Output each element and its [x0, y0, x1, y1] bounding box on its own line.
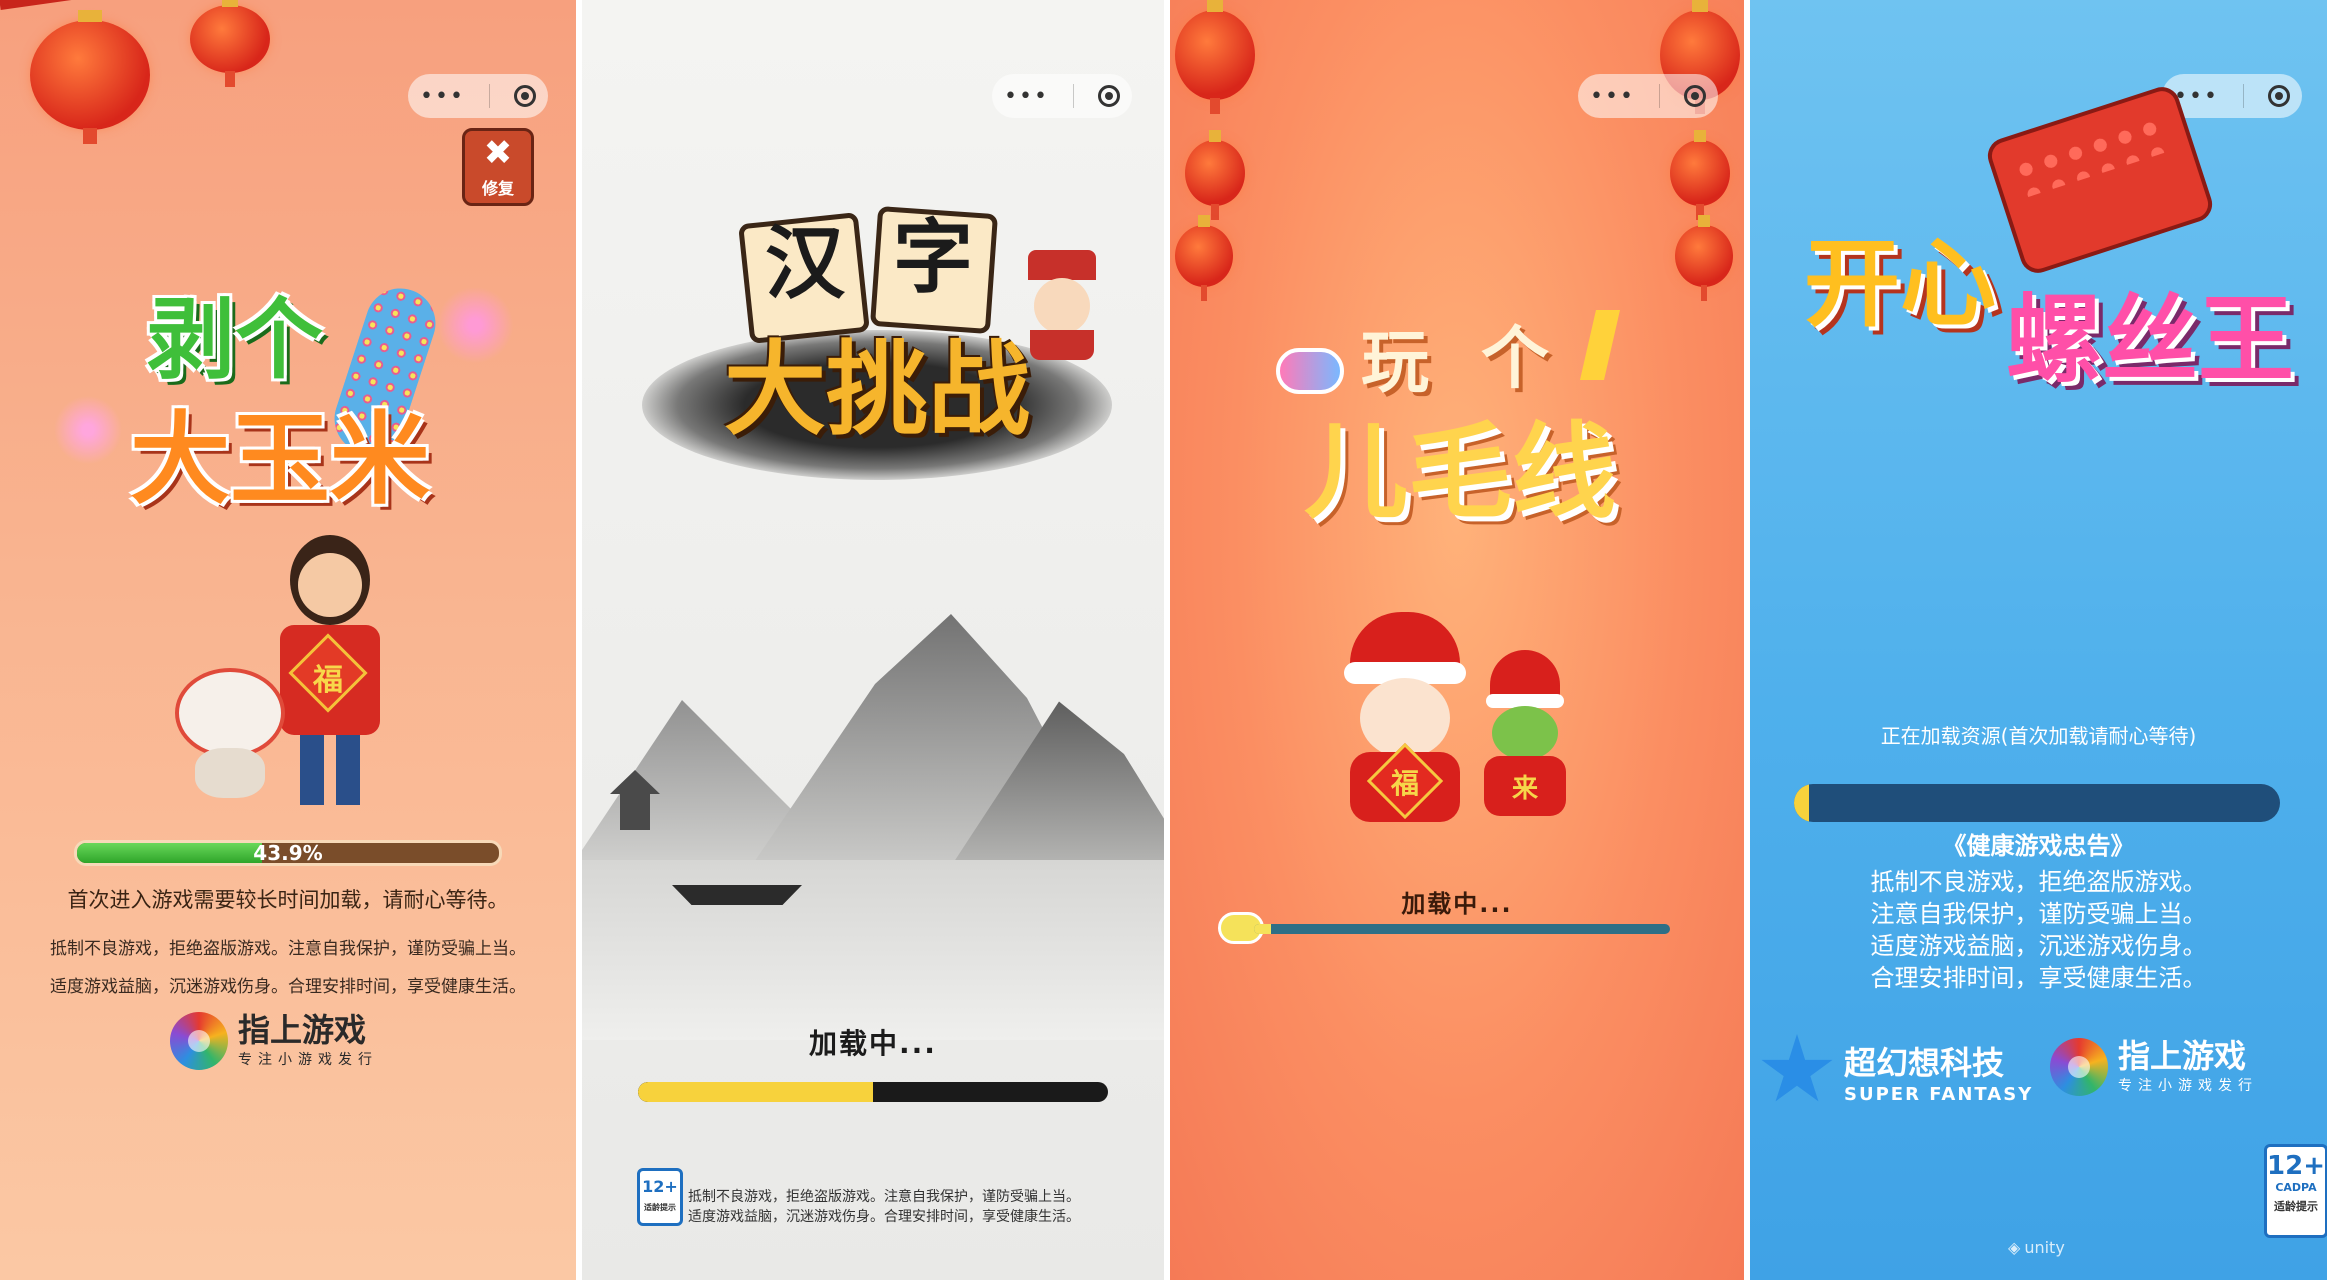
- lantern-decoration: [1175, 215, 1233, 301]
- sponsor-logo: 超幻想科技 SUPER FANTASY: [1760, 1034, 2033, 1108]
- age-rating-badge: 12+ 适龄提示: [637, 1168, 683, 1226]
- close-miniprogram-icon[interactable]: [1683, 85, 1706, 107]
- loading-progress-bar: [1794, 784, 2280, 822]
- publisher-tagline: 专注小游戏发行: [2118, 1077, 2258, 1094]
- lantern-decoration: [1185, 130, 1245, 220]
- game-title-line2: 大挑战: [724, 331, 1030, 450]
- publisher-logo: 指上游戏 专注小游戏发行: [170, 1012, 378, 1070]
- publisher-name: 指上游戏: [238, 1011, 367, 1050]
- publisher-logo: 指上游戏 专注小游戏发行: [2050, 1038, 2258, 1096]
- game-panel-yarn: ••• 玩 个 儿毛线 福 来 加载中...: [1170, 0, 1744, 1280]
- game-title-line2: 大玉米: [130, 401, 430, 518]
- loading-progress-bar: [638, 1082, 1108, 1102]
- wrench-icon: ✖: [483, 133, 513, 173]
- age-rating-badge: 12+ CADPA 适龄提示: [2264, 1144, 2327, 1238]
- game-title-char2: 个: [1480, 320, 1549, 399]
- lantern-decoration: [1670, 130, 1730, 220]
- fu-label: 福: [313, 663, 343, 698]
- more-menu-icon[interactable]: •••: [1590, 84, 1635, 109]
- bus-illustration: [1983, 82, 2217, 278]
- miniprogram-capsule[interactable]: •••: [408, 74, 548, 118]
- age-rating-value: 12+: [642, 1177, 678, 1196]
- loading-progress-bar: [1254, 924, 1670, 934]
- game-title-line2: 儿毛线: [1303, 411, 1616, 533]
- health-advice-line: 注意自我保护，谨防受骗上当。: [1870, 900, 2207, 928]
- capsule-separator: [2242, 84, 2244, 108]
- health-advice-line1: 抵制不良游戏，拒绝盗版游戏。注意自我保护，谨防受骗上当。: [50, 939, 526, 959]
- unity-cube-icon: ◈: [2008, 1238, 2021, 1257]
- boat-illustration: [672, 885, 802, 905]
- health-advice-title: 《健康游戏忠告》: [1942, 832, 2135, 860]
- age-rating-label: 适龄提示: [644, 1203, 676, 1212]
- game-title-char2: 字: [893, 211, 973, 304]
- lantern-decoration: [1675, 215, 1733, 301]
- loading-progress-bar: 43.9%: [74, 840, 502, 866]
- health-advice-line2: 适度游戏益脑，沉迷游戏伤身。合理安排时间，享受健康生活。: [688, 1209, 1080, 1225]
- publisher-swirl-icon: [2050, 1038, 2108, 1096]
- health-advice-line2: 适度游戏益脑，沉迷游戏伤身。合理安排时间，享受健康生活。: [50, 977, 526, 997]
- age-rating-org: CADPA: [2275, 1181, 2317, 1194]
- loading-notice: 首次进入游戏需要较长时间加载，请耐心等待。: [67, 888, 509, 912]
- more-menu-icon[interactable]: •••: [420, 84, 465, 109]
- health-advice-line: 适度游戏益脑，沉迷游戏伤身。: [1870, 932, 2207, 960]
- game-title-part2: 螺丝王: [2006, 284, 2294, 396]
- game-title-line1: 剥个: [146, 288, 323, 391]
- boy-character: 福: [1340, 612, 1470, 822]
- water-reflection: [582, 860, 1164, 1040]
- loading-progress-fill: [638, 1082, 873, 1102]
- close-miniprogram-icon[interactable]: [1097, 85, 1120, 107]
- yarn-ball-icon: [1276, 348, 1344, 394]
- game-title-char1: 玩: [1360, 324, 1429, 403]
- lantern-decoration: [190, 0, 270, 87]
- branch-decoration: [0, 0, 328, 10]
- unity-text: unity: [2024, 1238, 2065, 1257]
- capsule-separator: [1658, 84, 1660, 108]
- repair-button[interactable]: ✖ 修复: [462, 128, 534, 206]
- game-title-char1: 汉: [765, 217, 845, 310]
- loading-progress-fill: [1794, 784, 1809, 822]
- health-advice-line1: 抵制不良游戏，拒绝盗版游戏。注意自我保护，谨防受骗上当。: [688, 1189, 1080, 1205]
- ink-mountains: [582, 560, 1164, 880]
- game-panel-hanzi: ••• 汉 字 大挑战 加载中... 12+ 适龄提示 抵制不良游戏，拒绝盗版游…: [582, 0, 1164, 1280]
- repair-label: 修复: [481, 179, 514, 198]
- lion-dance-character: [175, 668, 285, 808]
- star-s-icon: [1761, 1034, 1833, 1102]
- sparkle-icon: [1580, 310, 1620, 380]
- game-panel-corn: ••• ✖ 修复 剥个 大玉米 福 43.9% 首次进入游戏需要较长时间加载，请…: [0, 0, 576, 1280]
- game-panel-screw: ••• 开心 螺丝王 正在加载资源(首次加载请耐心等待) 《健康游戏忠告》 抵制…: [1750, 0, 2327, 1280]
- publisher-name: 指上游戏: [2118, 1037, 2247, 1076]
- snake-sign-label: 来: [1511, 774, 1538, 804]
- girl-character: 福: [270, 535, 390, 815]
- snake-character: 来: [1470, 650, 1580, 820]
- fu-label: 福: [1390, 767, 1419, 800]
- capsule-separator: [488, 84, 490, 108]
- health-advice-line: 合理安排时间，享受健康生活。: [1870, 964, 2207, 992]
- sponsor-name: 超幻想科技: [1844, 1043, 2005, 1082]
- miniprogram-capsule[interactable]: •••: [1578, 74, 1718, 118]
- lantern-decoration: [1175, 0, 1255, 114]
- loading-text: 加载中...: [809, 1027, 937, 1060]
- firework-decoration: [430, 280, 520, 370]
- game-title-part1: 开心: [1804, 228, 1996, 340]
- close-miniprogram-icon[interactable]: [513, 85, 536, 107]
- miniprogram-capsule[interactable]: •••: [992, 74, 1132, 118]
- unity-engine-label: ◈ unity: [2008, 1238, 2065, 1257]
- more-menu-icon[interactable]: •••: [1004, 84, 1049, 109]
- loading-text: 正在加载资源(首次加载请耐心等待): [1880, 724, 2197, 748]
- lantern-decoration: [30, 10, 150, 144]
- age-rating-label: 适龄提示: [2274, 1200, 2318, 1213]
- age-rating-value: 12+: [2267, 1151, 2325, 1181]
- loading-progress-text: 43.9%: [253, 841, 323, 865]
- close-miniprogram-icon[interactable]: [2267, 85, 2290, 107]
- screenshot-collage: ••• ✖ 修复 剥个 大玉米 福 43.9% 首次进入游戏需要较长时间加载，请…: [0, 0, 2327, 1280]
- loading-progress-fill: [1254, 924, 1271, 934]
- capsule-separator: [1072, 84, 1074, 108]
- publisher-swirl-icon: [170, 1012, 228, 1070]
- sponsor-subtitle: SUPER FANTASY: [1844, 1083, 2034, 1105]
- publisher-tagline: 专注小游戏发行: [238, 1051, 378, 1068]
- health-advice-line: 抵制不良游戏，拒绝盗版游戏。: [1870, 868, 2207, 896]
